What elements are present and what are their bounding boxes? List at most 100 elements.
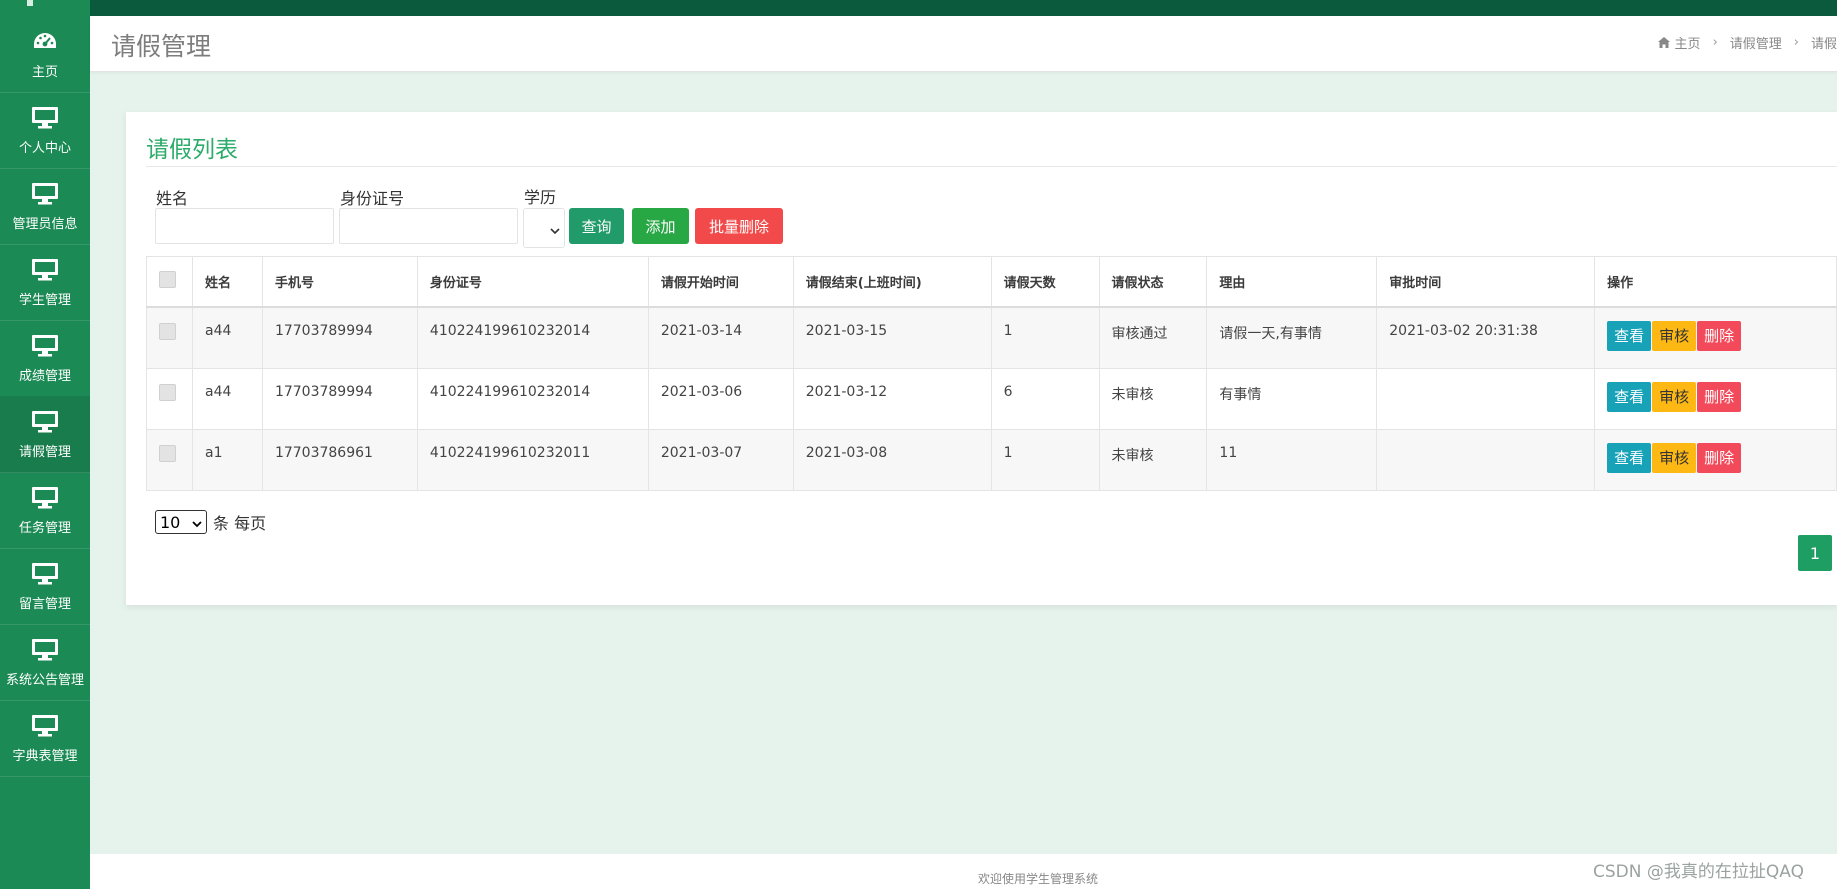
cell-days: 1 — [990, 428, 1100, 491]
sidebar-item-home[interactable]: 主页 — [0, 16, 90, 93]
monitor-icon — [31, 181, 59, 207]
cell-phone: 17703789994 — [261, 367, 418, 430]
cell-start-date: 2021-03-07 — [647, 428, 794, 491]
row-select-cell[interactable] — [146, 306, 193, 369]
breadcrumb: 主页 › 请假管理 › 请假 — [1657, 33, 1837, 52]
page-button-current[interactable]: 1 — [1798, 535, 1832, 571]
column-header: 请假状态 — [1098, 256, 1208, 308]
audit-button[interactable]: 审核 — [1652, 381, 1697, 412]
page-size-select[interactable]: 10 — [155, 510, 207, 534]
monitor-icon — [31, 637, 59, 663]
column-header: 请假结束(上班时间) — [792, 256, 992, 308]
row-checkbox[interactable] — [159, 444, 176, 462]
column-header: 请假开始时间 — [647, 256, 794, 308]
sidebar-item-announcement-management[interactable]: 系统公告管理 — [0, 624, 90, 701]
page-size-value: 10 — [160, 512, 181, 532]
id-card-filter-label: 身份证号 — [340, 189, 405, 208]
table-row: a1 17703786961 410224199610232011 2021-0… — [146, 428, 1837, 491]
select-all-checkbox[interactable] — [159, 271, 176, 288]
row-select-cell[interactable] — [146, 428, 193, 491]
view-button[interactable]: 查看 — [1607, 381, 1652, 412]
monitor-icon — [31, 713, 59, 739]
sidebar-item-label: 留言管理 — [18, 596, 71, 612]
sidebar-item-task-management[interactable]: 任务管理 — [0, 472, 90, 549]
page-size-control: 10 条 每页 — [155, 510, 266, 534]
monitor-icon — [31, 561, 59, 587]
sidebar-item-admin-info[interactable]: 管理员信息 — [0, 168, 90, 245]
breadcrumb-separator-icon: › — [1793, 35, 1799, 50]
view-button[interactable]: 查看 — [1607, 442, 1652, 473]
chevron-down-icon — [192, 513, 202, 532]
sidebar-item-label: 个人中心 — [18, 140, 71, 156]
cell-reason: 请假一天,有事情 — [1206, 306, 1378, 369]
column-header: 手机号 — [261, 256, 418, 308]
name-filter-input[interactable] — [155, 208, 334, 244]
row-select-cell[interactable] — [146, 367, 193, 430]
cell-actions: 查看 审核 删除 — [1594, 367, 1837, 430]
monitor-icon — [31, 485, 59, 511]
card-title: 请假列表 — [146, 137, 238, 163]
view-button[interactable]: 查看 — [1607, 321, 1652, 351]
cell-approved-at — [1376, 428, 1596, 491]
audit-button[interactable]: 审核 — [1652, 442, 1697, 473]
cell-start-date: 2021-03-14 — [647, 306, 794, 369]
column-header: 请假天数 — [990, 256, 1100, 308]
sidebar-item-dictionary-management[interactable]: 字典表管理 — [0, 700, 90, 777]
row-checkbox[interactable] — [159, 323, 176, 340]
column-header: 操作 — [1594, 256, 1837, 308]
cell-days: 1 — [990, 306, 1100, 369]
dashboard-icon — [31, 29, 59, 55]
sidebar-item-label: 管理员信息 — [12, 216, 78, 232]
delete-button[interactable]: 删除 — [1697, 381, 1742, 412]
sidebar-item-label: 请假管理 — [18, 444, 71, 460]
column-header: 身份证号 — [416, 256, 649, 308]
sidebar-item-leave-management[interactable]: 请假管理 — [0, 396, 90, 473]
cell-end-date: 2021-03-12 — [792, 367, 992, 430]
column-header: 理由 — [1206, 256, 1378, 308]
breadcrumb-separator-icon: › — [1712, 35, 1718, 50]
sidebar-item-label: 系统公告管理 — [5, 672, 84, 688]
breadcrumb-current: 请假 — [1810, 37, 1837, 52]
cell-days: 6 — [990, 367, 1100, 430]
sidebar-item-grade-management[interactable]: 成绩管理 — [0, 320, 90, 397]
cell-phone: 17703789994 — [261, 306, 418, 369]
page-header: 请假管理 主页 › 请假管理 › 请假 — [90, 16, 1837, 72]
cell-approved-at: 2021-03-02 20:31:38 — [1376, 306, 1596, 369]
education-filter-select[interactable] — [523, 208, 565, 248]
breadcrumb-home[interactable]: 主页 — [1675, 33, 1701, 52]
chevron-down-icon — [550, 220, 560, 239]
delete-button[interactable]: 删除 — [1697, 442, 1742, 473]
id-card-filter-input[interactable] — [339, 208, 518, 244]
batch-delete-button[interactable]: 批量删除 — [695, 208, 783, 244]
cell-status: 未审核 — [1098, 428, 1208, 491]
monitor-icon — [31, 333, 59, 359]
cell-phone: 17703786961 — [261, 428, 418, 491]
delete-button[interactable]: 删除 — [1697, 321, 1742, 351]
name-filter-label: 姓名 — [156, 189, 189, 208]
sidebar-item-personal-center[interactable]: 个人中心 — [0, 92, 90, 169]
cell-status: 审核通过 — [1098, 306, 1208, 369]
sidebar-top-marker — [27, 0, 33, 6]
select-all-cell[interactable] — [146, 256, 193, 308]
footer: 欢迎使用学生管理系统 — [90, 854, 1837, 889]
cell-actions: 查看 审核 删除 — [1594, 306, 1837, 369]
add-button[interactable]: 添加 — [632, 208, 689, 244]
cell-status: 未审核 — [1098, 367, 1208, 430]
leave-table: 姓名 手机号 身份证号 请假开始时间 请假结束(上班时间) 请假天数 请假状态 … — [146, 256, 1837, 491]
sidebar-item-student-management[interactable]: 学生管理 — [0, 244, 90, 321]
breadcrumb-leave-management[interactable]: 请假管理 — [1730, 33, 1782, 52]
monitor-icon — [31, 409, 59, 435]
cell-approved-at — [1376, 367, 1596, 430]
cell-end-date: 2021-03-08 — [792, 428, 992, 491]
cell-actions: 查看 审核 删除 — [1594, 428, 1837, 491]
cell-id-card: 410224199610232014 — [416, 367, 649, 430]
audit-button[interactable]: 审核 — [1652, 321, 1697, 351]
watermark: CSDN @我真的在拉扯QAQ — [1593, 862, 1804, 882]
education-filter-label: 学历 — [524, 188, 557, 207]
row-checkbox[interactable] — [159, 383, 176, 401]
column-header: 姓名 — [191, 256, 263, 308]
query-button[interactable]: 查询 — [569, 208, 624, 244]
sidebar-item-message-management[interactable]: 留言管理 — [0, 548, 90, 625]
sidebar-item-label: 主页 — [31, 64, 58, 80]
sidebar-item-label: 任务管理 — [18, 520, 71, 536]
